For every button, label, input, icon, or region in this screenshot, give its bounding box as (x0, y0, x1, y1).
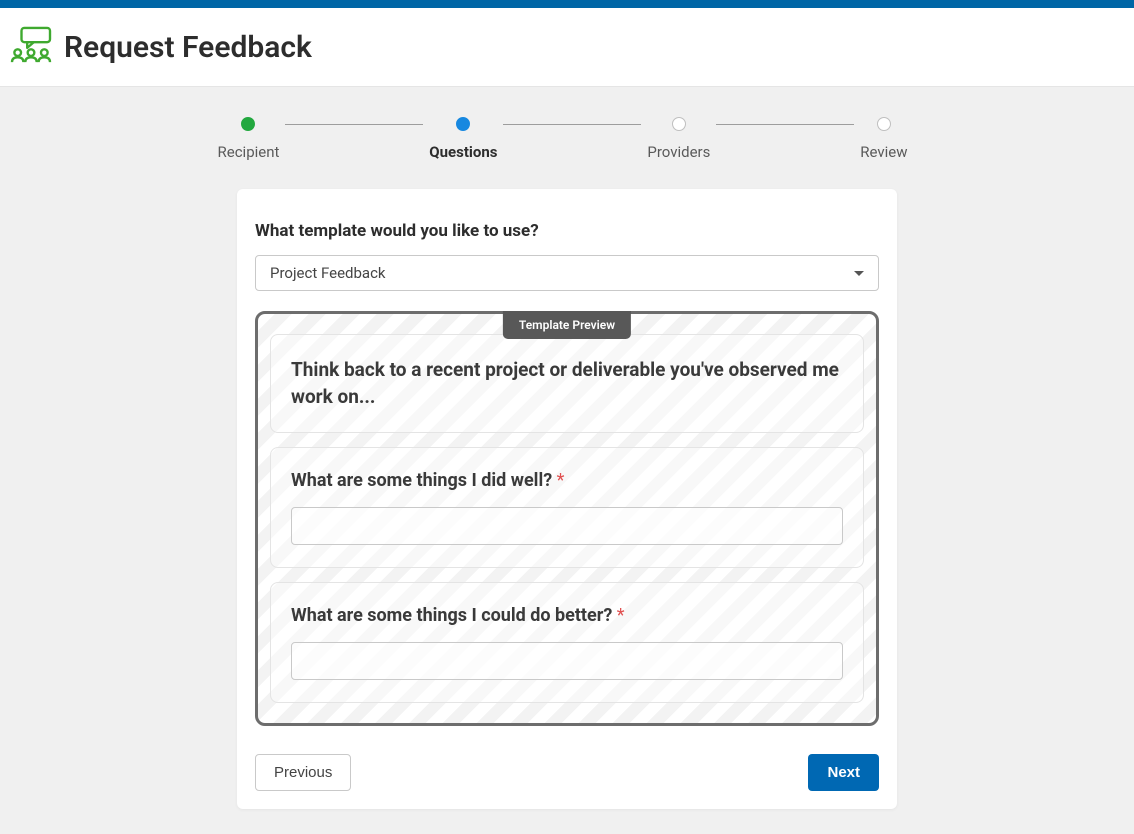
step-connector (503, 124, 641, 125)
step-label: Review (860, 143, 907, 161)
page-title: Request Feedback (64, 30, 312, 65)
step-dot-icon (672, 117, 686, 131)
step-recipient[interactable]: Recipient (218, 117, 280, 161)
step-review[interactable]: Review (860, 117, 907, 161)
question-text: What are some things I did well? (291, 470, 552, 491)
preview-intro-card: Think back to a recent project or delive… (270, 334, 864, 433)
feedback-icon (10, 26, 52, 68)
step-label: Providers (647, 143, 710, 161)
step-label: Questions (429, 143, 497, 161)
step-connector (716, 124, 854, 125)
select-value: Project Feedback (270, 264, 386, 282)
step-providers[interactable]: Providers (647, 117, 710, 161)
card-footer: Previous Next (255, 754, 879, 791)
progress-stepper: Recipient Questions Providers Review (218, 117, 908, 161)
step-connector (285, 124, 423, 125)
required-asterisk: * (617, 605, 625, 626)
preview-question-card: What are some things I could do better? … (270, 582, 864, 703)
step-dot-icon (456, 117, 470, 131)
preview-tab-label: Template Preview (503, 311, 631, 339)
previous-button[interactable]: Previous (255, 754, 351, 791)
preview-question-label: What are some things I could do better? … (291, 605, 843, 626)
step-dot-icon (877, 117, 891, 131)
question-text: What are some things I could do better? (291, 605, 612, 626)
step-label: Recipient (218, 143, 280, 161)
next-button[interactable]: Next (808, 754, 879, 791)
preview-intro-text: Think back to a recent project or delive… (291, 357, 843, 410)
step-dot-icon (241, 117, 255, 131)
preview-question-label: What are some things I did well? * (291, 470, 843, 491)
template-question-label: What template would you like to use? (255, 221, 879, 241)
main-card: What template would you like to use? Pro… (237, 189, 897, 809)
page-header: Request Feedback (0, 8, 1134, 87)
step-questions[interactable]: Questions (429, 117, 497, 161)
template-preview-box: Template Preview Think back to a recent … (255, 311, 879, 726)
top-accent-bar (0, 0, 1134, 8)
preview-answer-input (291, 507, 843, 545)
preview-question-card: What are some things I did well? * (270, 447, 864, 568)
required-asterisk: * (557, 470, 565, 491)
preview-answer-input (291, 642, 843, 680)
caret-down-icon (854, 271, 864, 276)
template-select[interactable]: Project Feedback (255, 255, 879, 291)
